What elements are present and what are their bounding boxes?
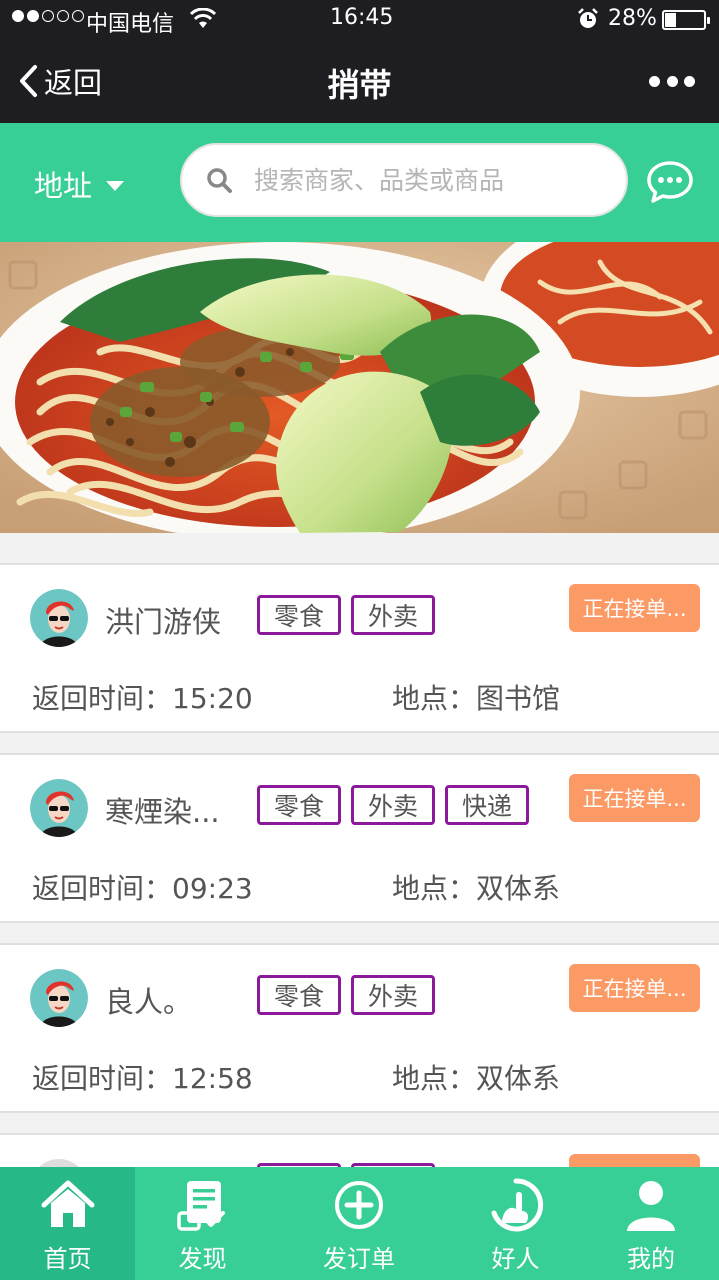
page-title: 捎带 bbox=[327, 66, 392, 104]
caret-down-icon bbox=[106, 181, 125, 191]
avatar bbox=[30, 969, 88, 1027]
return-time: 返回时间：09:23 bbox=[32, 872, 253, 905]
category-tag: 快递 bbox=[445, 785, 529, 825]
status-bar: 中国电信 16:45 28% bbox=[0, 0, 719, 40]
search-input[interactable] bbox=[254, 165, 614, 195]
tag-list: 零食 外卖 bbox=[257, 975, 435, 1015]
more-options-button[interactable] bbox=[649, 68, 695, 94]
category-tag: 外卖 bbox=[351, 975, 435, 1015]
user-name: 寒煙染... bbox=[105, 795, 220, 829]
user-name: 洪门游侠 bbox=[105, 605, 222, 639]
battery-percent: 28% bbox=[608, 6, 657, 31]
tab-label: 首页 bbox=[43, 1245, 92, 1273]
battery-level-fill bbox=[665, 13, 676, 27]
category-tag: 零食 bbox=[257, 785, 341, 825]
carrier-name: 中国电信 bbox=[86, 12, 175, 37]
tab-profile[interactable]: 我的 bbox=[583, 1167, 719, 1280]
tab-good-person[interactable]: 好人 bbox=[448, 1167, 583, 1280]
discover-icon bbox=[176, 1181, 225, 1231]
location: 地点：双体系 bbox=[392, 1062, 561, 1095]
avatar bbox=[30, 589, 88, 647]
search-icon bbox=[207, 168, 232, 193]
address-selector[interactable]: 地址 bbox=[34, 163, 125, 205]
tab-label: 发现 bbox=[178, 1245, 227, 1273]
location: 地点：图书馆 bbox=[392, 682, 561, 715]
order-card[interactable]: 寒煙染... 零食 外卖 快递 正在接单... 返回时间：09:23 地点：双体… bbox=[0, 753, 719, 923]
return-time: 返回时间：15:20 bbox=[32, 682, 253, 715]
category-tag: 外卖 bbox=[351, 785, 435, 825]
navigation-bar: 返回 捎带 bbox=[0, 40, 719, 123]
order-card[interactable]: 良人。 零食 外卖 正在接单... 返回时间：12:58 地点：双体系 bbox=[0, 943, 719, 1113]
good-person-icon bbox=[491, 1178, 543, 1232]
back-button[interactable]: 返回 bbox=[18, 58, 102, 104]
add-order-icon bbox=[335, 1181, 383, 1229]
message-icon[interactable] bbox=[646, 160, 694, 204]
tab-post-order[interactable]: 发订单 bbox=[270, 1167, 448, 1280]
alarm-icon bbox=[578, 8, 598, 28]
search-box[interactable] bbox=[180, 143, 628, 217]
avatar-image bbox=[30, 779, 88, 837]
noodle-bowl-image bbox=[0, 242, 719, 533]
avatar-image bbox=[30, 969, 88, 1027]
address-label: 地址 bbox=[34, 169, 93, 203]
tab-discover[interactable]: 发现 bbox=[135, 1167, 270, 1280]
back-chevron-icon bbox=[20, 65, 37, 97]
user-name: 良人。 bbox=[105, 985, 193, 1019]
tab-home[interactable]: 首页 bbox=[0, 1167, 135, 1280]
tag-list: 零食 外卖 bbox=[257, 595, 435, 635]
wifi-icon bbox=[190, 8, 216, 28]
profile-icon bbox=[627, 1181, 675, 1231]
tag-list: 零食 外卖 快递 bbox=[257, 785, 529, 825]
category-tag: 零食 bbox=[257, 595, 341, 635]
back-label: 返回 bbox=[44, 66, 103, 100]
signal-strength-icon bbox=[12, 10, 84, 22]
accepting-orders-button[interactable]: 正在接单... bbox=[569, 584, 700, 632]
order-card[interactable]: 洪门游侠 零食 外卖 正在接单... 返回时间：15:20 地点：图书馆 bbox=[0, 563, 719, 733]
more-dot-icon bbox=[666, 75, 678, 87]
bottom-tab-bar: 首页 发现 发订单 好人 我的 bbox=[0, 1167, 719, 1280]
tab-label: 我的 bbox=[627, 1245, 675, 1273]
accepting-orders-button[interactable]: 正在接单... bbox=[569, 964, 700, 1012]
tab-label: 好人 bbox=[491, 1245, 540, 1273]
more-dot-icon bbox=[684, 75, 695, 87]
avatar bbox=[30, 779, 88, 837]
battery-icon bbox=[662, 10, 710, 30]
tab-label: 发订单 bbox=[323, 1245, 395, 1273]
more-dot-icon bbox=[649, 75, 660, 87]
search-header: 地址 bbox=[0, 123, 719, 242]
category-tag: 外卖 bbox=[351, 595, 435, 635]
location: 地点：双体系 bbox=[392, 872, 561, 905]
return-time: 返回时间：12:58 bbox=[32, 1062, 253, 1095]
category-tag: 零食 bbox=[257, 975, 341, 1015]
avatar-image bbox=[30, 589, 88, 647]
home-icon bbox=[41, 1180, 94, 1227]
status-time: 16:45 bbox=[330, 5, 394, 30]
accepting-orders-button[interactable]: 正在接单... bbox=[569, 774, 700, 822]
promo-banner[interactable] bbox=[0, 242, 719, 533]
